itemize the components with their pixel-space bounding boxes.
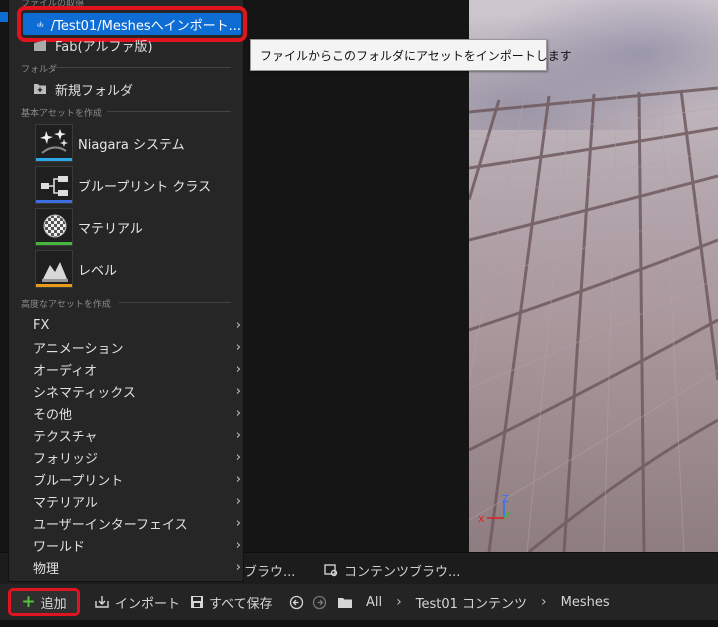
fab-label: Fab(アルファ版) [55,39,153,55]
divider [49,67,231,68]
import-icon [95,596,109,608]
submenu-foliage[interactable]: フォリッジ › [33,446,241,468]
add-label: 追加 [40,596,67,612]
section-basic-assets: 基本アセットを作成 [21,109,102,119]
folder-icon [338,597,352,608]
chevron-right-icon: › [235,383,241,399]
chevron-right-icon: › [235,559,241,575]
submenu-fx[interactable]: FX › [33,314,241,336]
chevron-right-icon: › [235,339,241,355]
import-label: /Test01/Meshesへインポート... [50,18,241,34]
chevron-right-icon: › [235,317,241,333]
import-icon [37,21,44,27]
asset-label: マテリアル [78,221,143,237]
gizmo-z-label: Z [502,494,509,505]
fab-icon [34,39,46,51]
folder-search-icon [324,564,338,577]
asset-material[interactable]: マテリアル [35,208,143,246]
submenu-cinematics[interactable]: シネマティックス › [33,380,241,402]
chevron-right-icon: › [235,427,241,443]
breadcrumb-meshes[interactable]: Meshes [561,595,610,610]
material-color-bar [36,242,72,245]
new-folder-icon [34,84,46,94]
submenu-physics[interactable]: 物理 › [33,556,241,578]
floor-grid [469,86,718,552]
save-icon [191,596,203,608]
gizmo-x-label: x [478,512,485,525]
add-context-menu: ファイルの取得 /Test01/Meshesへインポート... Fab(アルファ… [8,0,247,582]
level-icon [35,250,73,288]
breadcrumb-all[interactable]: All [366,595,382,610]
tab-content-browser-1[interactable]: ブラウ... [244,559,295,581]
submenu-world[interactable]: ワールド › [33,534,241,556]
divider [119,302,231,303]
forward-arrow-icon [312,595,327,609]
asset-niagara-system[interactable]: Niagara システム [35,124,185,162]
toolbar-bottom-strip [0,620,718,627]
chevron-right-icon: › [235,471,241,487]
divider [107,111,231,112]
chevron-right-icon: › [235,361,241,377]
level-viewport[interactable]: x Z [469,0,718,552]
asset-level[interactable]: レベル [35,250,117,288]
plus-icon: + [21,591,36,612]
material-icon [35,208,73,246]
tab-label: ブラウ... [244,564,296,580]
breadcrumb: All › Test01 コンテンツ › Meshes [337,590,610,614]
save-all-button[interactable]: すべて保存 [190,590,273,614]
submenu-animation[interactable]: アニメーション › [33,336,241,358]
import-label: インポート [115,596,181,612]
submenu-texture[interactable]: テクスチャ › [33,424,241,446]
import-tooltip: ファイルからこのフォルダにアセットをインポートします [250,39,572,71]
chevron-right-icon: › [541,594,547,610]
breadcrumb-content[interactable]: Test01 コンテンツ [416,593,527,612]
submenu-audio[interactable]: オーディオ › [33,358,241,380]
new-folder-label: 新規フォルダ [55,83,134,99]
selection-marker [0,12,8,22]
submenu-user-interface[interactable]: ユーザーインターフェイス › [33,512,241,534]
asset-label: レベル [78,263,118,279]
import-highlight: /Test01/Meshesへインポート... [23,13,241,35]
add-button[interactable]: + 追加 [8,588,80,616]
chevron-right-icon: › [235,537,241,553]
section-folder: フォルダ [21,65,58,75]
chevron-right-icon: › [396,594,402,610]
chevron-right-icon: › [235,515,241,531]
asset-label: ブループリント クラス [78,179,212,195]
submenu-material[interactable]: マテリアル › [33,490,241,512]
new-folder-item[interactable]: 新規フォルダ [33,79,133,99]
left-panel-strip [0,0,8,552]
back-button[interactable] [289,590,304,614]
content-browser-toolbar: + 追加 インポート すべて保存 All › Test01 コンテンツ › Me… [0,584,718,627]
asset-label: Niagara システム [78,137,185,153]
section-advanced-assets: 高度なアセットを作成 [21,300,111,310]
chevron-right-icon: › [235,449,241,465]
tab-label: コンテンツブラウ... [344,564,461,580]
submenu-blueprint[interactable]: ブループリント › [33,468,241,490]
chevron-right-icon: › [235,493,241,509]
niagara-icon [35,124,73,162]
blueprint-class-icon [35,166,73,204]
forward-button[interactable] [312,590,327,614]
tab-content-browser-2[interactable]: コンテンツブラウ... [324,559,460,581]
level-color-bar [36,284,72,287]
submenu-misc[interactable]: その他 › [33,402,241,424]
fab-item[interactable]: Fab(アルファ版) [33,35,153,55]
import-button[interactable]: インポート [94,590,180,614]
chevron-right-icon: › [235,405,241,421]
asset-blueprint-class[interactable]: ブループリント クラス [35,166,211,204]
editor-background [244,0,469,552]
back-arrow-icon [289,595,304,609]
niagara-color-bar [36,158,72,161]
save-all-label: すべて保存 [209,596,273,612]
blueprint-color-bar [36,200,72,203]
